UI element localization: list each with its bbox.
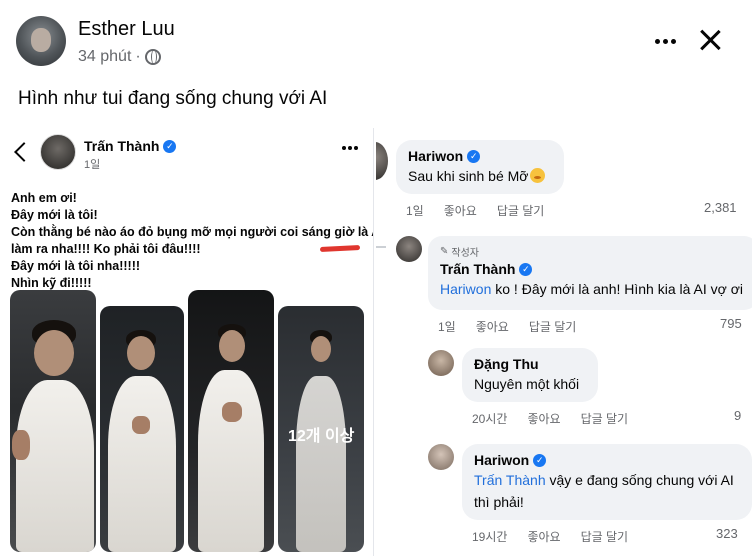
close-button[interactable] (694, 24, 726, 56)
comment-text: Hariwon ko ! Đây mới là anh! Hình kia là… (440, 281, 746, 297)
author-name[interactable]: Esther Luu (78, 18, 175, 41)
comment-actions: 20시간 좋아요 답글 달기 (472, 410, 628, 427)
comment-author: Hariwon ✓ (474, 452, 740, 468)
post-time[interactable]: 34 phút (78, 48, 131, 66)
comment-time: 1일 (438, 320, 456, 334)
post-caption: Hình như tui đang sống chung với AI (18, 88, 328, 109)
commenter-avatar (428, 350, 454, 376)
comment-time: 1일 (406, 204, 424, 218)
post-meta: 34 phút · (78, 48, 161, 66)
comment-author-name: Đặng Thu (474, 356, 539, 372)
embedded-author-name: Trấn Thành (84, 138, 160, 154)
verified-icon: ✓ (533, 453, 547, 467)
comment-text-content: Sau khi sinh bé Mỡ (408, 168, 529, 184)
more-photos-count[interactable]: 12개 이상 (288, 422, 354, 446)
verified-icon: ✓ (519, 262, 533, 276)
embedded-post-text: Anh em ơi! Đây mới là tôi! Còn thằng bé … (11, 190, 374, 292)
embedded-author: Trấn Thành ✓ (84, 138, 177, 154)
comment-author: Đặng Thu (474, 356, 586, 372)
thread-line (376, 246, 386, 248)
emoji-icon (530, 168, 546, 183)
globe-icon (144, 49, 161, 65)
comment-bubble: ✎ 작성자 Trấn Thành ✓ Hariwon ko ! Đây mới … (428, 236, 752, 310)
reply-link[interactable]: 답글 달기 (497, 202, 545, 219)
embedded-more-icon (342, 146, 358, 150)
comment-author-name: Trấn Thành (440, 261, 516, 277)
reply-link[interactable]: 답글 달기 (529, 318, 577, 335)
reaction-count: 2,381 (704, 200, 737, 215)
more-icon (654, 38, 660, 44)
like-link[interactable]: 좋아요 (476, 318, 509, 335)
meta-separator: · (135, 48, 141, 65)
reaction-count: 9 (734, 408, 742, 423)
embedded-text-line: Còn thằng bé nào áo đỏ bụng mỡ mọi người… (11, 225, 374, 239)
comment-text-content: vậy e đang sống chung với AI (545, 472, 734, 488)
embedded-post-time: 1일 (84, 159, 101, 171)
comment-actions: 1일 좋아요 답글 달기 (438, 318, 576, 335)
comment-text-line-2: thì phải! (474, 494, 524, 510)
reply-link[interactable]: 답글 달기 (581, 410, 629, 427)
comment-text-content: Nguyên một khối (474, 376, 580, 392)
like-link[interactable]: 좋아요 (527, 528, 560, 545)
comment-time: 20시간 (472, 412, 508, 426)
embedded-text-line: Anh em ơi! (11, 191, 77, 205)
embedded-text-line: Đây mới là tôi! (11, 208, 98, 222)
embedded-author-avatar (40, 134, 76, 170)
embedded-post-screenshot: Trấn Thành ✓ 1일 Anh em ơi! Đây mới là tô… (0, 128, 374, 556)
photo-3 (188, 290, 274, 552)
comment-text: Sau khi sinh bé Mỡ (408, 168, 552, 184)
embedded-text-line: Đây mới là tôi nha!!!!! (11, 259, 141, 273)
comment-actions: 1일 좋아요 답글 달기 (406, 202, 544, 219)
verified-icon: ✓ (467, 149, 481, 163)
reply-link[interactable]: 답글 달기 (581, 528, 629, 545)
commenter-avatar (396, 236, 422, 262)
more-options-button[interactable] (650, 26, 680, 56)
photo-1 (10, 290, 96, 552)
comment-author: Hariwon ✓ (408, 148, 552, 164)
post-header: Esther Luu 34 phút · Hình như tui đang s… (0, 0, 752, 128)
embedded-text-line: làm ra nha!!!! Ko phải tôi đâu!!!! (11, 242, 201, 256)
comment-time: 19시간 (472, 530, 508, 544)
comment-bubble: Hariwon ✓ Trấn Thành vậy e đang sống chu… (462, 444, 752, 520)
comment-author: Trấn Thành ✓ (440, 261, 746, 277)
comment-author-name: Hariwon (408, 148, 464, 164)
commenter-avatar (428, 444, 454, 470)
comment-bubble: Đặng Thu Nguyên một khối (462, 348, 598, 402)
comment-text: Trấn Thành vậy e đang sống chung với AI (474, 472, 740, 488)
like-link[interactable]: 좋아요 (527, 410, 560, 427)
reaction-count: 323 (716, 526, 738, 541)
reaction-count: 795 (720, 316, 742, 331)
comment-text: Nguyên một khối (474, 376, 586, 392)
like-link[interactable]: 좋아요 (444, 202, 477, 219)
comment-actions: 19시간 좋아요 답글 달기 (472, 528, 628, 545)
comment-text-content: ko ! Đây mới là anh! Hình kia là AI vợ ơ… (491, 281, 743, 297)
author-badge: ✎ 작성자 (440, 244, 746, 259)
author-badge-label: 작성자 (451, 248, 479, 259)
comment-bubble: Hariwon ✓ Sau khi sinh bé Mỡ (396, 140, 564, 194)
commenter-avatar (376, 142, 388, 180)
photo-2 (100, 306, 184, 552)
author-avatar[interactable] (16, 16, 66, 66)
pen-icon: ✎ (440, 246, 449, 257)
comment-author-name: Hariwon (474, 452, 530, 468)
verified-icon: ✓ (163, 139, 177, 153)
comments-screenshot: Hariwon ✓ Sau khi sinh bé Mỡ 1일 좋아요 답글 달… (376, 128, 752, 556)
back-icon (12, 142, 30, 162)
mention-link[interactable]: Trấn Thành (474, 472, 546, 488)
mention-link[interactable]: Hariwon (440, 281, 491, 297)
